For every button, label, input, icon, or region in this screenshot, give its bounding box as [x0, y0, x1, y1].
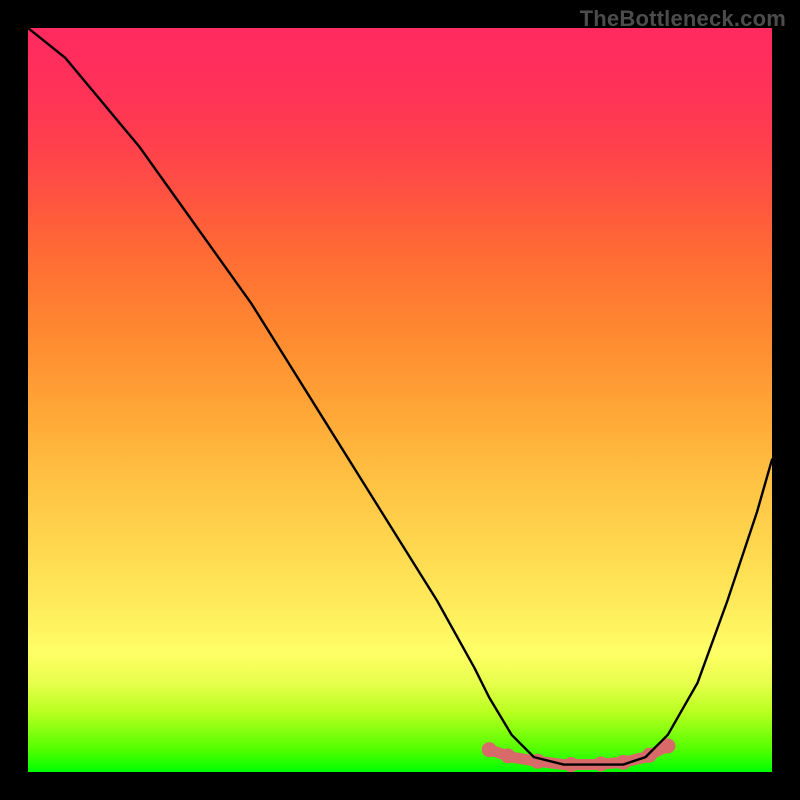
curve-layer — [28, 28, 772, 772]
chart-frame: TheBottleneck.com — [0, 0, 800, 800]
bottleneck-curve — [28, 28, 772, 765]
plot-area — [28, 28, 772, 772]
